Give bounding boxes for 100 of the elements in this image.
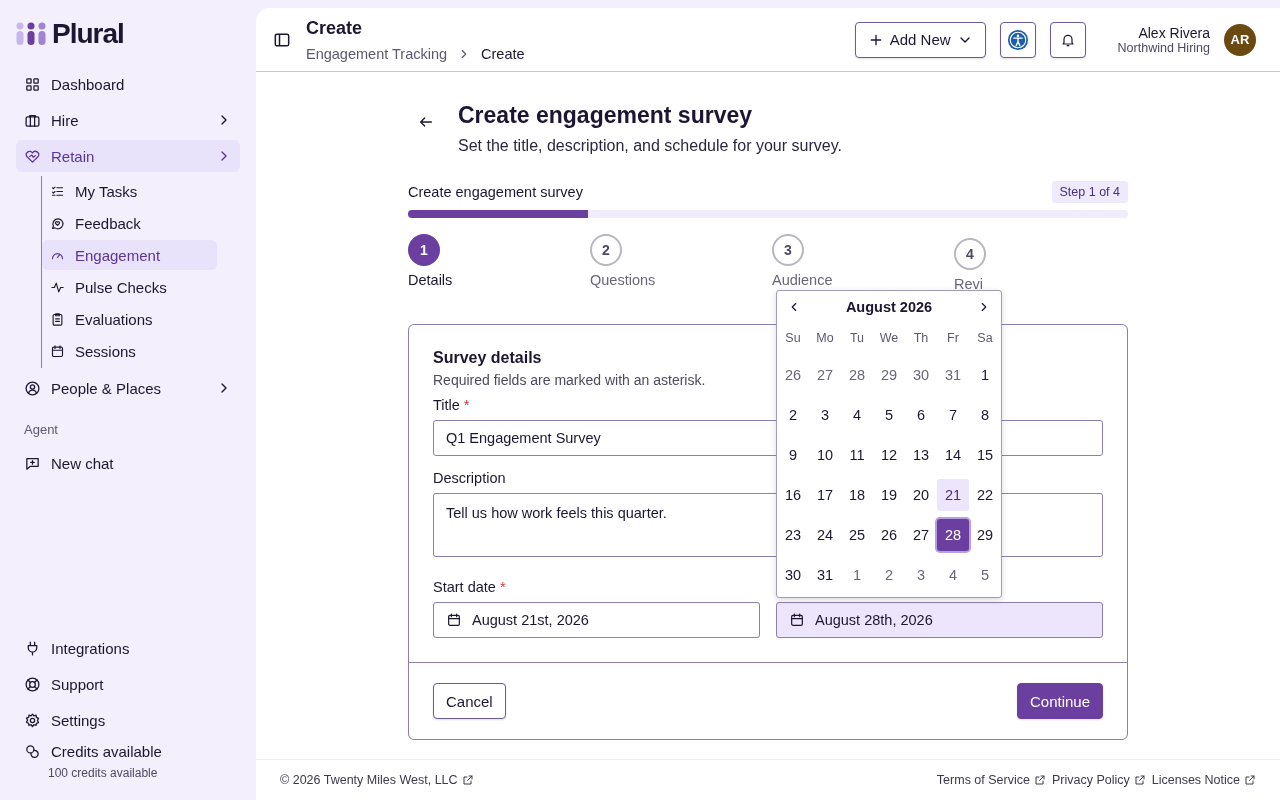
step-number[interactable]: 2 xyxy=(590,234,622,266)
step-label: Details xyxy=(408,272,453,288)
clipboard-icon xyxy=(50,311,65,327)
logo-icon xyxy=(16,21,46,47)
calendar-day[interactable]: 1 xyxy=(841,559,873,591)
calendar-day[interactable]: 26 xyxy=(777,359,809,391)
calendar-day[interactable]: 30 xyxy=(905,359,937,391)
settings-icon xyxy=(24,711,41,729)
calendar-day[interactable]: 1 xyxy=(969,359,1001,391)
weekday-label: Th xyxy=(912,331,930,347)
avatar[interactable]: AR xyxy=(1224,23,1256,56)
breadcrumb[interactable]: Engagement Tracking xyxy=(306,45,448,62)
start-date-field[interactable]: August 21st, 2026 xyxy=(433,602,760,638)
nav-item[interactable]: Dashboard xyxy=(16,68,240,100)
end-date-field[interactable]: August 28th, 2026 xyxy=(776,602,1103,638)
cancel-button[interactable]: Cancel xyxy=(433,683,506,719)
coins-icon xyxy=(24,743,41,760)
weekday-label: Tu xyxy=(848,331,866,347)
back-arrow-icon[interactable] xyxy=(418,114,434,130)
continue-button[interactable]: Continue xyxy=(1016,683,1103,719)
calendar-day[interactable]: 31 xyxy=(937,359,969,391)
required-asterisk: * xyxy=(463,397,470,413)
calendar-day[interactable]: 4 xyxy=(937,559,969,591)
nav-item[interactable]: Support xyxy=(16,667,240,701)
user-icon xyxy=(24,379,41,397)
calendar-day[interactable]: 29 xyxy=(969,519,1001,551)
calendar-day[interactable]: 5 xyxy=(969,559,1001,591)
calendar-day[interactable]: 31 xyxy=(809,559,841,591)
calendar-day[interactable]: 27 xyxy=(809,359,841,391)
field-label: Start date xyxy=(433,579,496,595)
nav-item[interactable]: Feedback xyxy=(42,208,217,238)
calendar-day[interactable]: 28 xyxy=(937,519,969,551)
external-link-icon xyxy=(1133,774,1146,786)
footer-link[interactable]: Licenses Notice xyxy=(1151,773,1256,787)
nav-item[interactable]: Sessions xyxy=(42,336,217,366)
survey-heading: Create engagement survey xyxy=(458,102,753,129)
accessibility-button[interactable] xyxy=(999,21,1036,58)
step-number[interactable]: 3 xyxy=(772,234,804,266)
user-org: Northwind Hiring xyxy=(1117,40,1210,55)
external-link-icon xyxy=(1033,774,1046,786)
credits-label: Credits available xyxy=(51,743,162,760)
calendar-day[interactable]: 26 xyxy=(873,519,905,551)
grid-icon xyxy=(24,75,41,93)
nav-item[interactable]: Hire xyxy=(16,104,240,136)
section-label: Agent xyxy=(24,422,59,437)
nav-item[interactable]: Pulse Checks xyxy=(42,272,217,302)
lifebuoy-icon xyxy=(24,675,41,693)
nav-item[interactable]: Engagement xyxy=(42,240,217,270)
weekday-label: Su xyxy=(784,331,802,347)
calendar-day[interactable]: 23 xyxy=(777,519,809,551)
footer-link[interactable]: Privacy Policy xyxy=(1051,773,1146,787)
nav-item[interactable]: Integrations xyxy=(16,631,240,665)
weekday-label: Mo xyxy=(815,331,835,347)
calendar-icon xyxy=(50,343,65,359)
calendar-day[interactable]: 25 xyxy=(841,519,873,551)
calendar-icon xyxy=(446,612,462,628)
copyright-link[interactable]: © 2026 Twenty Miles West, LLC xyxy=(280,773,474,787)
logo-text: Plural xyxy=(52,18,124,50)
calendar-day[interactable]: 28 xyxy=(841,359,873,391)
step-label: Audience xyxy=(772,272,833,288)
step-badge: Step 1 of 4 xyxy=(1051,181,1128,203)
accessibility-icon xyxy=(1006,28,1029,51)
field-label: Title xyxy=(433,397,460,413)
chat-bubble-icon xyxy=(50,215,65,231)
card-hint: Required fields are marked with an asterisk. xyxy=(433,372,706,388)
nav-item[interactable]: New chat xyxy=(16,447,240,479)
calendar-icon xyxy=(789,612,805,628)
required-asterisk: * xyxy=(499,579,506,595)
notifications-button[interactable] xyxy=(1049,21,1086,58)
nav-item[interactable]: Settings xyxy=(16,703,240,737)
nav-item[interactable]: People & Places xyxy=(16,372,240,404)
step-label: Revi xyxy=(954,276,983,292)
step-number[interactable]: 4 xyxy=(954,238,986,270)
calendar-day[interactable]: 3 xyxy=(905,559,937,591)
calendar-day[interactable]: 2 xyxy=(873,559,905,591)
external-link-icon xyxy=(1244,774,1256,786)
footer-link[interactable]: Terms of Service xyxy=(936,773,1046,787)
calendar-day[interactable]: 24 xyxy=(809,519,841,551)
calendar-day[interactable]: 29 xyxy=(873,359,905,391)
card-title: Survey details xyxy=(433,349,543,367)
field-label: Description xyxy=(433,470,506,486)
breadcrumb: Create xyxy=(481,45,525,62)
survey-subtitle: Set the title, description, and schedule for your survey. xyxy=(458,137,842,155)
add-new-button[interactable]: Add New xyxy=(854,21,986,58)
step-number[interactable]: 1 xyxy=(408,234,440,266)
month-label: August 2026 xyxy=(845,299,933,315)
weekday-label: We xyxy=(878,331,900,347)
calendar-day[interactable]: 27 xyxy=(905,519,937,551)
nav-item[interactable]: My Tasks xyxy=(42,176,217,206)
nav-item[interactable]: Evaluations xyxy=(42,304,217,334)
weekday-label: Fr xyxy=(946,331,960,347)
weekday-label: Sa xyxy=(976,331,994,347)
credits-count: 100 credits available xyxy=(48,766,159,780)
calendar-day[interactable]: 21 xyxy=(937,479,969,511)
nav-item[interactable]: Retain xyxy=(16,140,240,172)
step-label: Questions xyxy=(590,272,656,288)
user-name: Alex Rivera xyxy=(1137,24,1210,41)
calendar-day[interactable]: 30 xyxy=(777,559,809,591)
page-title: Create xyxy=(306,17,364,39)
progress-label: Create engagement survey xyxy=(408,184,583,200)
